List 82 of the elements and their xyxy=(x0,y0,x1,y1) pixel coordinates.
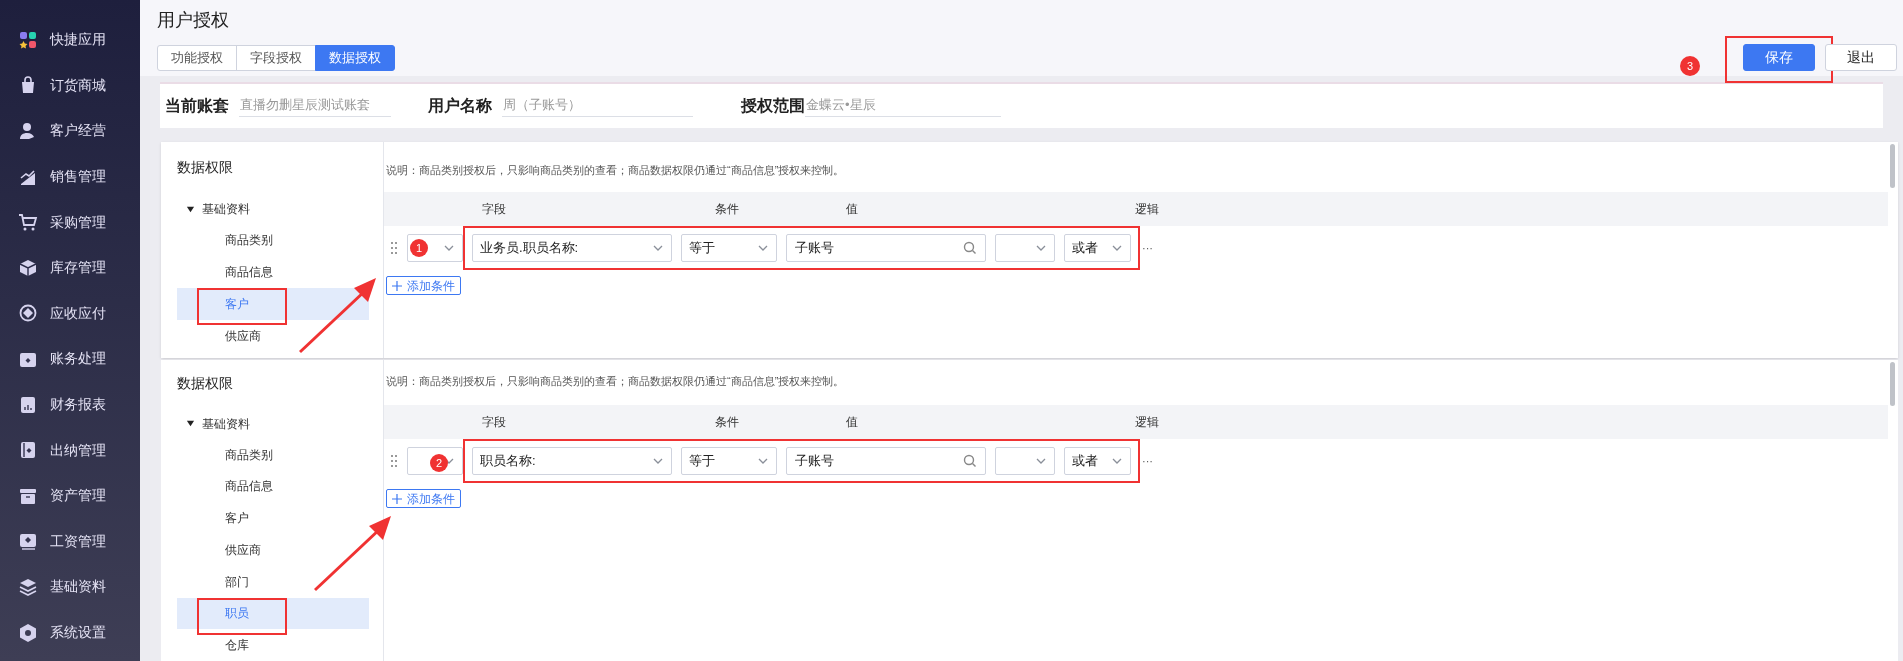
plus-icon xyxy=(392,280,402,291)
tree-item[interactable]: 商品信息 xyxy=(177,470,369,503)
tree-item[interactable]: 供应商 xyxy=(177,320,369,352)
column-header: 字段 xyxy=(482,414,506,431)
scrollbar xyxy=(1890,144,1895,188)
dropdown[interactable]: 或者 xyxy=(1064,234,1131,262)
save-button[interactable]: 保存 xyxy=(1743,44,1815,71)
sidebar-item[interactable]: 库存管理 xyxy=(0,244,140,291)
step-badge: 2 xyxy=(430,454,448,472)
tree-item[interactable]: 部门 xyxy=(177,565,369,598)
book-icon xyxy=(18,440,38,461)
column-header: 逻辑 xyxy=(1135,201,1159,218)
column-header: 字段 xyxy=(482,201,506,218)
layers-icon xyxy=(18,576,38,597)
tab[interactable]: 功能授权 xyxy=(157,45,237,71)
add-condition-button[interactable]: 添加条件 xyxy=(386,276,461,295)
search-icon xyxy=(963,454,977,468)
sidebar-item[interactable]: 快捷应用 xyxy=(0,17,140,63)
circle-icon xyxy=(18,303,38,324)
dropdown[interactable] xyxy=(995,447,1055,475)
plus-icon xyxy=(392,493,402,504)
search-field[interactable]: 子账号 xyxy=(786,447,986,475)
column-header: 逻辑 xyxy=(1135,414,1159,431)
sidebar-item[interactable]: 采购管理 xyxy=(0,199,140,245)
sidebar-item[interactable]: 订货商城 xyxy=(0,62,140,109)
field-label: 当前账套 xyxy=(165,96,229,116)
field-label: 用户名称 xyxy=(428,96,492,116)
sidebar-item[interactable]: 应收应付 xyxy=(0,290,140,337)
note-text: 说明：商品类别授权后，只影响商品类别的查看；商品数据权限仍通过“商品信息”授权来控制。 xyxy=(385,163,845,178)
sidebar-item[interactable]: 客户经营 xyxy=(0,108,140,154)
dropdown[interactable]: 或者 xyxy=(1064,447,1131,475)
dropdown[interactable]: 职员名称: xyxy=(472,447,672,475)
tree-item[interactable]: 商品类别 xyxy=(177,224,369,256)
tab[interactable]: 数据授权 xyxy=(315,45,395,71)
dropdown[interactable]: 等于 xyxy=(681,447,777,475)
grid-icon xyxy=(18,29,38,50)
scrollbar xyxy=(1890,362,1895,406)
sidebar-item[interactable]: 账务处理 xyxy=(0,336,140,382)
column-header: 值 xyxy=(846,201,858,218)
tree-item[interactable]: 仓库 xyxy=(177,629,369,661)
sidebar-item[interactable]: 销售管理 xyxy=(0,153,140,200)
tab[interactable]: 字段授权 xyxy=(236,45,316,71)
tree-item[interactable]: 商品类别 xyxy=(177,438,369,471)
note-text: 说明：商品类别授权后，只影响商品类别的查看；商品数据权限仍通过“商品信息”授权来控制。 xyxy=(385,374,845,389)
tree-item[interactable]: 供应商 xyxy=(177,533,369,566)
document-icon xyxy=(18,394,38,415)
sidebar-item[interactable]: 工资管理 xyxy=(0,518,140,565)
dropdown[interactable]: 业务员.职员名称: xyxy=(472,234,672,262)
sidebar-item[interactable]: 财务报表 xyxy=(0,381,140,428)
more-icon[interactable]: ··· xyxy=(1142,239,1153,257)
dropdown[interactable] xyxy=(995,234,1055,262)
tree-group[interactable]: 基础资料 xyxy=(177,194,250,224)
dropdown[interactable]: 1 xyxy=(407,234,463,262)
column-header: 值 xyxy=(846,414,858,431)
cube-icon xyxy=(18,257,38,278)
search-field[interactable]: 子账号 xyxy=(786,234,986,262)
column-header: 条件 xyxy=(715,201,739,218)
search-icon xyxy=(963,241,977,255)
hexagon-icon xyxy=(18,622,38,643)
tree-item[interactable]: 客户 xyxy=(177,502,369,534)
add-condition-button[interactable]: 添加条件 xyxy=(386,489,461,508)
tree-item[interactable]: 商品信息 xyxy=(177,256,369,288)
sidebar-item[interactable]: 基础资料 xyxy=(0,564,140,610)
sidebar-item[interactable]: 系统设置 xyxy=(0,609,140,656)
tree-title: 数据权限 xyxy=(177,158,233,177)
drag-handle-icon xyxy=(390,241,398,255)
sidebar-item[interactable]: 出纳管理 xyxy=(0,427,140,473)
drag-handle-icon xyxy=(390,454,398,468)
cart-icon xyxy=(18,212,38,233)
dropdown[interactable]: 2 xyxy=(407,447,463,475)
field-label: 授权范围 xyxy=(741,96,805,116)
column-header: 条件 xyxy=(715,414,739,431)
exit-button[interactable]: 退出 xyxy=(1825,44,1897,71)
sidebar-item[interactable]: 资产管理 xyxy=(0,472,140,519)
more-icon[interactable]: ··· xyxy=(1142,452,1153,470)
tree-title: 数据权限 xyxy=(177,374,233,393)
page-title: 用户授权 xyxy=(157,9,229,32)
card-icon xyxy=(18,531,38,552)
tree-group[interactable]: 基础资料 xyxy=(177,408,250,439)
step-badge: 3 xyxy=(1680,56,1700,76)
step-badge: 1 xyxy=(410,239,428,257)
dropdown[interactable]: 等于 xyxy=(681,234,777,262)
